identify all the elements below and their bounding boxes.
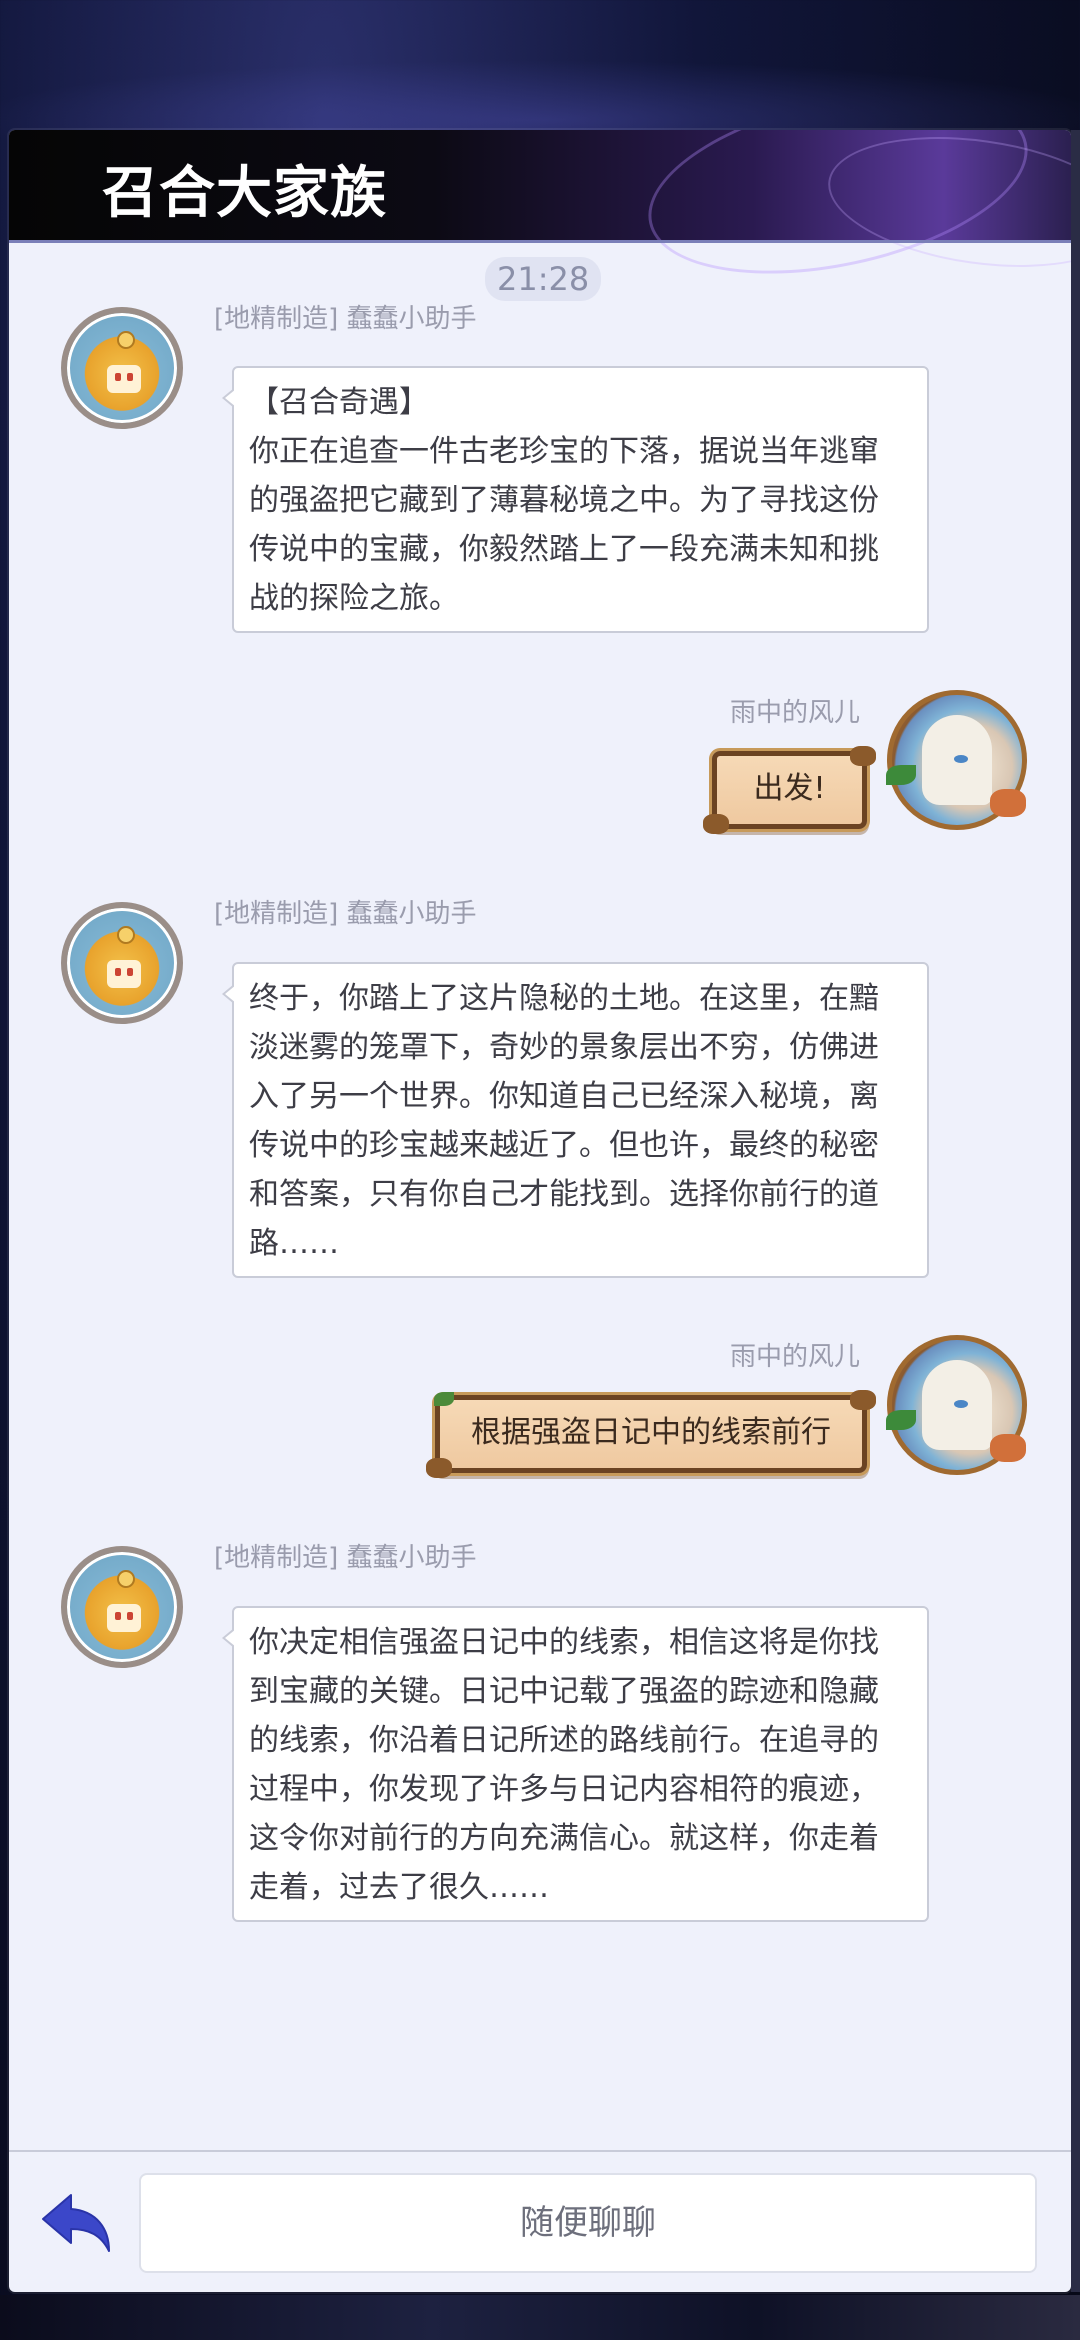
- avatar-face: [107, 1604, 141, 1632]
- sender-name: [地精制造] 蠢蠢小助手: [214, 304, 477, 334]
- user-avatar[interactable]: [886, 1335, 1027, 1475]
- message-line: 你决定相信强盗日记中的线索，相信这将是你找: [249, 1625, 879, 1660]
- assistant-avatar[interactable]: [61, 1546, 183, 1668]
- avatar-fruit: [990, 789, 1026, 817]
- assistant-avatar[interactable]: [61, 307, 183, 429]
- message-line: 入了另一个世界。你知道自己已经深入秘境，离: [249, 1079, 879, 1114]
- message-line: 路……: [249, 1226, 339, 1261]
- back-button[interactable]: [37, 2185, 117, 2265]
- avatar-eye: [115, 968, 121, 976]
- user-name: 雨中的风儿: [730, 698, 861, 728]
- scroll-knot: [703, 814, 729, 834]
- avatar-fruit: [990, 1434, 1026, 1462]
- sender-name: [地精制造] 蠢蠢小助手: [214, 1543, 477, 1573]
- avatar-face: [107, 365, 141, 393]
- header-divider: [9, 240, 1071, 243]
- message-line: 过程中，你发现了许多与日记内容相符的痕迹，: [249, 1772, 879, 1807]
- avatar-eye: [127, 373, 133, 381]
- message-line: 你正在追查一件古老珍宝的下落，据说当年逃窜: [249, 434, 879, 469]
- scroll-knot: [426, 1458, 452, 1478]
- chat-panel: 召合大家族 21:28 [地精制造] 蠢蠢小助手 【召合奇遇】 你正在追查一件古…: [9, 130, 1071, 2292]
- user-message-bubble: 出发!: [703, 746, 876, 834]
- message-line: 终于，你踏上了这片隐秘的土地。在这里，在黯: [249, 981, 879, 1016]
- header-bar: 召合大家族: [9, 130, 1071, 305]
- timestamp: 21:28: [485, 257, 602, 301]
- user-name: 雨中的风儿: [730, 1342, 861, 1372]
- message-line: 的线索，你沿着日记所述的路线前行。在追寻的: [249, 1723, 879, 1758]
- avatar-eye: [127, 1612, 133, 1620]
- scroll-leaf: [434, 1392, 454, 1406]
- message-line: 和答案，只有你自己才能找到。选择你前行的道: [249, 1177, 879, 1212]
- back-arrow-icon: [42, 2194, 110, 2252]
- message-line: 走着，过去了很久……: [249, 1870, 549, 1905]
- avatar-eye: [115, 373, 121, 381]
- message-line: 战的探险之旅。: [249, 581, 459, 616]
- page-title: 召合大家族: [102, 160, 387, 226]
- avatar-leaf: [886, 765, 916, 785]
- user-message-text: 出发!: [753, 771, 826, 806]
- footer-divider: [9, 2150, 1071, 2152]
- user-avatar[interactable]: [886, 690, 1027, 830]
- message-bubble: 【召合奇遇】 你正在追查一件古老珍宝的下落，据说当年逃窜 的强盗把它藏到了薄暮秘…: [222, 366, 929, 633]
- avatar-eye: [954, 755, 968, 763]
- message-bubble: 你决定相信强盗日记中的线索，相信这将是你找 到宝藏的关键。日记中记载了强盗的踪迹…: [222, 1606, 929, 1922]
- message-bubble: 终于，你踏上了这片隐秘的土地。在这里，在黯 淡迷雾的笼罩下，奇妙的景象层出不穷，…: [222, 962, 929, 1278]
- user-message-text: 根据强盗日记中的线索前行: [471, 1415, 831, 1450]
- avatar-eye: [954, 1400, 968, 1408]
- user-message-bubble: 根据强盗日记中的线索前行: [426, 1390, 876, 1478]
- message-line: 的强盗把它藏到了薄暮秘境之中。为了寻找这份: [249, 483, 879, 518]
- scroll-knot: [850, 746, 876, 766]
- assistant-avatar[interactable]: [61, 902, 183, 1024]
- message-line: 这令你对前行的方向充满信心。就这样，你走着: [249, 1821, 879, 1856]
- panel-edge: [1071, 130, 1080, 2292]
- message-line: 淡迷雾的笼罩下，奇妙的景象层出不穷，仿佛进: [249, 1030, 879, 1065]
- message-line: 传说中的珍宝越来越近了。但也许，最终的秘密: [249, 1128, 879, 1163]
- avatar-eye: [127, 968, 133, 976]
- scroll-knot: [850, 1390, 876, 1410]
- avatar-antenna: [117, 1570, 135, 1588]
- message-line: 传说中的宝藏，你毅然踏上了一段充满未知和挑: [249, 532, 879, 567]
- message-line: 【召合奇遇】: [249, 385, 429, 420]
- message-line: 到宝藏的关键。日记中记载了强盗的踪迹和隐藏: [249, 1674, 879, 1709]
- avatar-leaf: [886, 1410, 916, 1430]
- avatar-antenna: [117, 926, 135, 944]
- avatar-eye: [115, 1612, 121, 1620]
- chat-input[interactable]: 随便聊聊: [139, 2173, 1037, 2273]
- avatar-face: [107, 960, 141, 988]
- background-strip: [0, 2295, 1080, 2340]
- avatar-antenna: [117, 331, 135, 349]
- sender-name: [地精制造] 蠢蠢小助手: [214, 899, 477, 929]
